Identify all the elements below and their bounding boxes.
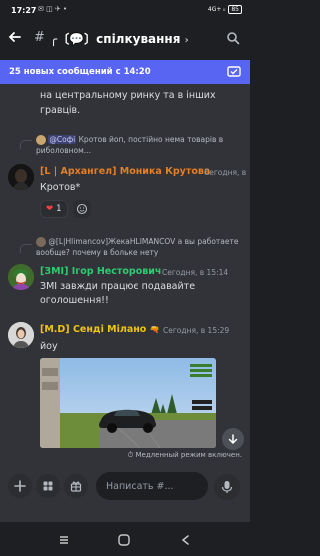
- status-right: 4G+ ᵢₗ 85: [208, 5, 242, 14]
- jump-to-present-button[interactable]: [222, 428, 244, 450]
- apps-button[interactable]: [36, 474, 60, 498]
- message-text: Кротов*: [40, 182, 81, 193]
- gun-badge-icon: 🔫: [149, 325, 160, 334]
- back-icon: [181, 535, 189, 545]
- channel-hash-icon: #: [34, 30, 45, 45]
- reply-avatar: [36, 237, 46, 247]
- avatar[interactable]: [8, 322, 34, 348]
- message-composer: [0, 466, 250, 522]
- channel-name-label: ╭〔💬〕спілкування: [50, 32, 181, 46]
- chevron-right-icon: ›: [184, 35, 189, 46]
- avatar[interactable]: [8, 264, 34, 290]
- gift-icon: [70, 481, 82, 492]
- slow-mode-notice: ⏱ Медленный режим включен.: [128, 451, 242, 460]
- author-name: [M.D] Сенді Мілано: [40, 324, 147, 335]
- message-text: йоу: [40, 341, 58, 352]
- battery-icon: 85: [228, 5, 242, 14]
- channel-header: # ╭〔💬〕спілкування ›: [0, 22, 250, 58]
- attached-image[interactable]: [40, 358, 216, 448]
- message-continuation: на центральному ринку та в інших гравців…: [40, 90, 216, 116]
- message-text: ЗМІ завжди працює подавайте оголошення!!: [40, 281, 196, 306]
- message-input[interactable]: [96, 472, 208, 500]
- reaction-heart[interactable]: ❤ 1: [40, 200, 68, 218]
- new-messages-banner[interactable]: 25 новых сообщений с 14:20: [0, 60, 250, 84]
- voice-message-button[interactable]: [214, 474, 240, 500]
- microphone-icon: [221, 481, 233, 493]
- reply-preview[interactable]: @Софі Кротов йоп, постійно нема товарів …: [36, 134, 244, 156]
- recent-apps-button[interactable]: [54, 530, 74, 550]
- reply-connector: [20, 140, 32, 149]
- reply-connector: [20, 244, 32, 253]
- recents-icon: [60, 536, 68, 544]
- heart-icon: ❤: [46, 204, 54, 214]
- channel-name[interactable]: ╭〔💬〕спілкування ›: [50, 30, 220, 47]
- reply-user: @[L|Hlimancov]ЖекаНLIMANCOV: [48, 237, 176, 246]
- reply-preview[interactable]: @[L|Hlimancov]ЖекаНLIMANCOV а вы работае…: [36, 236, 244, 258]
- add-attachment-button[interactable]: [8, 474, 32, 498]
- search-icon[interactable]: [226, 30, 240, 49]
- notification-icons: ✉ ◫ ✈ •: [38, 5, 68, 13]
- gift-button[interactable]: [64, 474, 88, 498]
- message-author[interactable]: [ЗМІ] Ігор Несторович: [40, 266, 161, 277]
- reaction-count: 1: [56, 204, 62, 214]
- mark-read-icon[interactable]: [226, 64, 242, 83]
- status-time: 17:27: [11, 6, 37, 15]
- message-timestamp: Сегодня, в 15:14: [162, 268, 229, 277]
- clock-icon: ⏱: [127, 451, 134, 459]
- reply-avatar: [36, 135, 46, 145]
- back-button[interactable]: [176, 530, 196, 550]
- slow-mode-label: Медленный режим включен.: [135, 451, 243, 459]
- home-button[interactable]: [114, 530, 134, 550]
- message-timestamp: Сегодня, в: [204, 168, 247, 177]
- add-reaction-button[interactable]: [73, 200, 91, 218]
- message-list[interactable]: на центральному ринку та в інших гравців…: [0, 84, 250, 466]
- message-author[interactable]: [L | Архангел] Моника Крутова: [40, 166, 210, 177]
- arrow-down-icon: [228, 434, 238, 445]
- plus-icon: [14, 480, 26, 492]
- back-arrow-icon[interactable]: [8, 30, 22, 48]
- message-author[interactable]: [M.D] Сенді Мілано 🔫: [40, 324, 160, 335]
- system-navigation-bar: [0, 522, 250, 556]
- message-timestamp: Сегодня, в 15:29: [163, 326, 230, 335]
- apps-icon: [43, 481, 53, 491]
- new-messages-label: 25 новых сообщений с 14:20: [9, 67, 151, 77]
- reply-user: @Софі: [48, 135, 77, 144]
- status-bar: 17:27 ✉ ◫ ✈ • 4G+ ᵢₗ 85: [0, 0, 250, 22]
- home-icon: [118, 534, 130, 546]
- network-indicator: 4G+ ᵢₗ: [207, 6, 226, 13]
- emoji-add-icon: [76, 203, 88, 215]
- avatar[interactable]: [8, 164, 34, 190]
